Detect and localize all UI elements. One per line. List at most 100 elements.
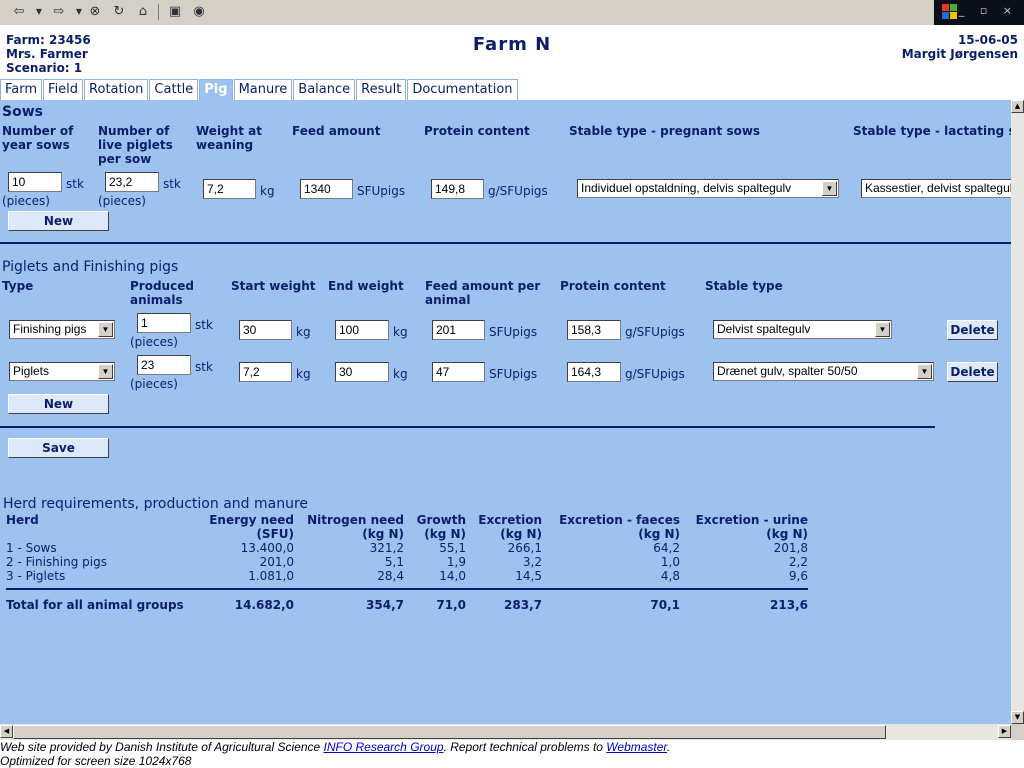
feed-per-animal-input[interactable] xyxy=(432,320,485,340)
table-cell: 1,0 xyxy=(660,555,680,569)
herd-col-urine-unit: (kg N) xyxy=(766,527,808,541)
footer-line-1: Web site provided by Danish Institute of… xyxy=(0,740,1024,754)
tab-documentation[interactable]: Documentation xyxy=(407,79,518,100)
back-icon[interactable]: ⇦ xyxy=(10,3,28,21)
herd-col-energy: Energy need xyxy=(209,513,294,527)
feed-amount-input[interactable] xyxy=(300,179,353,199)
tab-manure[interactable]: Manure xyxy=(233,79,293,100)
window-controls[interactable]: _ ▫ × xyxy=(959,4,1018,17)
chevron-down-icon[interactable]: ▼ xyxy=(822,181,837,196)
feed-per-animal-input[interactable] xyxy=(432,362,485,382)
stable-type-select[interactable]: Drænet gulv, spalter 50/50 ▼ xyxy=(713,362,934,381)
tab-pig[interactable]: Pig xyxy=(199,79,233,100)
live-piglets-input[interactable] xyxy=(105,172,159,192)
save-button[interactable]: Save xyxy=(8,438,109,458)
chevron-down-icon[interactable]: ▼ xyxy=(98,364,113,379)
table-cell: 3 - Piglets xyxy=(6,569,66,583)
delete-button[interactable]: Delete xyxy=(947,362,998,382)
herd-col-excretion: Excretion xyxy=(478,513,542,527)
col-feed-per-animal: Feed amount per animal xyxy=(425,279,541,307)
chevron-down-icon[interactable]: ▼ xyxy=(917,364,932,379)
section-divider xyxy=(0,242,1011,244)
produced-input[interactable] xyxy=(137,355,191,375)
col-type: Type xyxy=(2,279,34,293)
unit-pieces: (pieces) xyxy=(130,335,178,349)
scroll-up-icon[interactable]: ▲ xyxy=(1011,100,1024,113)
type-select[interactable]: Finishing pigs ▼ xyxy=(9,320,115,339)
tab-balance[interactable]: Balance xyxy=(293,79,356,100)
total-cell: 354,7 xyxy=(366,598,404,612)
forward-icon[interactable]: ⇨ xyxy=(50,3,68,21)
chevron-down-icon[interactable]: ▼ xyxy=(875,322,890,337)
protein-input[interactable] xyxy=(567,320,621,340)
horizontal-scrollbar[interactable]: ◀ ▶ xyxy=(0,724,1011,740)
unit-g-sfupigs: g/SFUpigs xyxy=(625,367,685,381)
new-piglet-button[interactable]: New xyxy=(8,394,109,414)
table-cell: 321,2 xyxy=(369,541,404,555)
back-dropdown-icon[interactable]: ▼ xyxy=(30,3,48,21)
home-icon[interactable]: ⌂ xyxy=(134,3,152,21)
vertical-scrollbar[interactable]: ▲ ▼ xyxy=(1011,100,1024,724)
unit-kg: kg xyxy=(296,325,311,339)
col-start-weight: Start weight xyxy=(231,279,316,293)
tab-farm[interactable]: Farm xyxy=(0,79,43,100)
refresh-icon[interactable]: ↻ xyxy=(110,3,128,21)
table-cell: 14,5 xyxy=(515,569,542,583)
table-cell: 201,0 xyxy=(259,555,294,569)
tab-field[interactable]: Field xyxy=(43,79,84,100)
stop-icon[interactable]: ⊗ xyxy=(86,3,104,21)
col-protein-content: Protein content xyxy=(424,124,530,138)
stable-lactating-value: Kassestier, delvist spaltegulv xyxy=(865,181,1011,195)
new-sow-button[interactable]: New xyxy=(8,211,109,231)
end-weight-input[interactable] xyxy=(335,362,389,382)
col-end-weight: End weight xyxy=(328,279,404,293)
windows-logo-icon xyxy=(942,4,958,20)
type-select[interactable]: Piglets ▼ xyxy=(9,362,115,381)
end-weight-input[interactable] xyxy=(335,320,389,340)
window-icon[interactable]: ▣ xyxy=(166,3,184,21)
col-protein-content: Protein content xyxy=(560,279,666,293)
weight-weaning-input[interactable] xyxy=(203,179,256,199)
scroll-down-icon[interactable]: ▼ xyxy=(1011,711,1024,724)
footer-text: . Report technical problems to xyxy=(443,740,607,754)
tab-result[interactable]: Result xyxy=(356,79,407,100)
table-cell: 28,4 xyxy=(377,569,404,583)
col-live-piglets: Number of live piglets per sow xyxy=(98,124,173,166)
produced-input[interactable] xyxy=(137,313,191,333)
start-weight-input[interactable] xyxy=(239,362,292,382)
total-cell: 70,1 xyxy=(650,598,680,612)
herd-col-nitrogen-unit: (kg N) xyxy=(362,527,404,541)
col-stable-lactating: Stable type - lactating sows xyxy=(853,124,1011,138)
unit-sfupigs: SFUpigs xyxy=(489,367,538,381)
type-value: Piglets xyxy=(13,364,50,378)
chevron-down-icon[interactable]: ▼ xyxy=(98,322,113,337)
tab-rotation[interactable]: Rotation xyxy=(84,79,149,100)
webmaster-link[interactable]: Webmaster xyxy=(606,740,667,754)
stable-lactating-select[interactable]: Kassestier, delvist spaltegulv xyxy=(861,179,1011,198)
app-title: Farm N xyxy=(472,34,552,55)
herd-col-urine: Excretion - urine xyxy=(695,513,808,527)
protein-input[interactable] xyxy=(567,362,621,382)
delete-button[interactable]: Delete xyxy=(947,320,998,340)
tab-cattle[interactable]: Cattle xyxy=(149,79,199,100)
table-cell: 64,2 xyxy=(653,541,680,555)
start-weight-input[interactable] xyxy=(239,320,292,340)
table-cell: 13.400,0 xyxy=(240,541,294,555)
table-cell: 9,6 xyxy=(788,569,808,583)
col-weight-weaning: Weight at weaning xyxy=(196,124,262,152)
unit-pieces: (pieces) xyxy=(98,194,146,208)
stable-pregnant-select[interactable]: Individuel opstaldning, delvis spaltegul… xyxy=(577,179,839,198)
piglets-section-title: Piglets and Finishing pigs xyxy=(2,259,179,275)
horizontal-scroll-thumb[interactable] xyxy=(13,725,886,739)
year-sows-input[interactable] xyxy=(8,172,62,192)
media-icon[interactable]: ◉ xyxy=(190,3,208,21)
scroll-right-icon[interactable]: ▶ xyxy=(998,725,1011,738)
scroll-left-icon[interactable]: ◀ xyxy=(0,725,13,738)
herd-col-herd: Herd xyxy=(6,513,39,527)
unit-stk: stk xyxy=(195,360,213,374)
stable-type-select[interactable]: Delvist spaltegulv ▼ xyxy=(713,320,892,339)
protein-input[interactable] xyxy=(431,179,484,199)
info-research-link[interactable]: INFO Research Group xyxy=(324,740,444,754)
total-cell: 283,7 xyxy=(504,598,542,612)
unit-stk: stk xyxy=(195,318,213,332)
